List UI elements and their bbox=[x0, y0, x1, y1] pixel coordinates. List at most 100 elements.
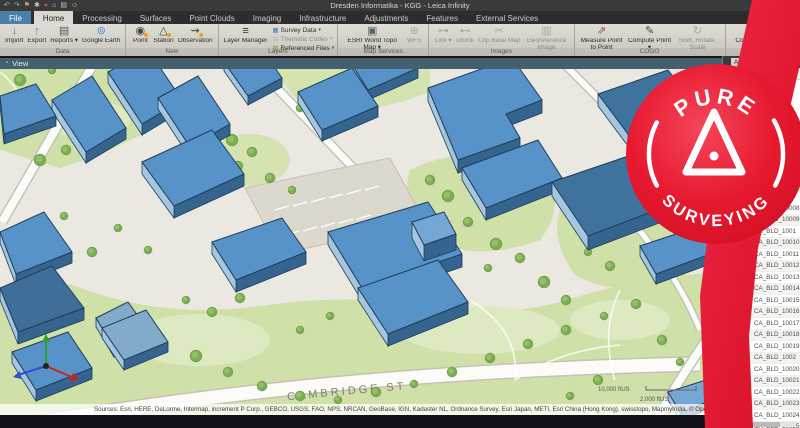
table-row[interactable]: 2013CA_BLD_10015 bbox=[723, 295, 800, 307]
table-row[interactable]: 2013CA_BLD_10014 bbox=[723, 284, 800, 296]
attribute-table[interactable]: 2013CA_BLD_100082013CA_BLD_100092013CA_B… bbox=[723, 79, 800, 428]
tab-point-clouds[interactable]: Point Clouds bbox=[180, 11, 243, 24]
scale-label-2: 2,000 ftUS bbox=[640, 397, 668, 403]
table-row[interactable]: 2013CA_BLD_10013 bbox=[723, 272, 800, 284]
map-attribution: Sources: Esri, HERE, DeLorme, Intermap, … bbox=[0, 404, 722, 415]
table-row[interactable]: 2013CA_BLD_10017 bbox=[723, 318, 800, 330]
record-icon[interactable]: ● bbox=[44, 1, 48, 11]
undo-icon[interactable]: ↶ bbox=[4, 1, 10, 11]
table-row[interactable]: 2013CA_BLD_10018 bbox=[723, 330, 800, 342]
cell-building-id: CA_BLD_10022 bbox=[754, 389, 800, 396]
ribbon-group-label: Coordinates bbox=[726, 48, 800, 56]
export-icon: ↑ bbox=[34, 25, 40, 37]
cell-building-id: CA_BLD_10011 bbox=[754, 251, 800, 258]
ribbon-group-images: ⊶Link ▾⊷Unlink✂Clip Base Map▥Georeferenc… bbox=[429, 24, 574, 56]
view-tab-label: View bbox=[12, 58, 28, 69]
ribbon-group-cogo: ⇗Measure Point to Point✎Compute Point ▾↻… bbox=[575, 24, 726, 56]
measure-point-to-point-icon: ⇗ bbox=[597, 25, 606, 37]
ribbon-button-layer-manager[interactable]: ≡Layer Manager bbox=[222, 25, 270, 45]
ribbon-group-new: ◉Point△Station⇝ObservationNew bbox=[126, 24, 218, 56]
pin-icon[interactable]: ⚑ bbox=[24, 1, 30, 11]
grid-icon[interactable]: ▦ bbox=[729, 69, 736, 78]
cell-year: 2013 bbox=[723, 377, 754, 384]
quick-access-toolbar: ↶ ↷ ⚑ ✱ ● ⌂ ▤ ☺ bbox=[0, 1, 78, 11]
redo-icon[interactable]: ↷ bbox=[14, 1, 20, 11]
map-canvas[interactable]: CAMBRIDGE ST Donahue 10,000 ftUS 2,000 f… bbox=[0, 69, 722, 415]
ribbon-button-label: WFS bbox=[407, 38, 421, 45]
unlink-icon: ⊷ bbox=[460, 25, 471, 37]
table-row[interactable]: 2013CA_BLD_10016 bbox=[723, 307, 800, 319]
table-row[interactable]: 2013CA_BLD_10019 bbox=[723, 341, 800, 353]
clip-base-map-icon: ✂ bbox=[495, 25, 504, 37]
ribbon-group-label: Map Services bbox=[338, 48, 428, 56]
ribbon-button-unlink: ⊷Unlink bbox=[454, 25, 476, 45]
tab-features[interactable]: Features bbox=[417, 11, 467, 24]
ribbon-button-station[interactable]: △Station bbox=[151, 25, 175, 45]
cell-building-id: CA_BLD_10015 bbox=[754, 297, 800, 304]
ribbon-button-export[interactable]: ↑Export bbox=[25, 25, 48, 45]
ribbon-button-label: Export bbox=[27, 38, 46, 45]
cell-building-id: CA_BLD_1001 bbox=[754, 228, 800, 235]
tab-infrastructure[interactable]: Infrastructure bbox=[290, 11, 355, 24]
table-row[interactable]: 2013CA_BLD_10010 bbox=[723, 238, 800, 250]
table-row[interactable]: 2013CA_BLD_10024 bbox=[723, 410, 800, 422]
cell-year: 2013 bbox=[723, 216, 754, 223]
cell-building-id: CA_BLD_10016 bbox=[754, 308, 800, 315]
status-bar bbox=[0, 415, 722, 428]
ribbon-button-observation[interactable]: ⇝Observation bbox=[176, 25, 215, 45]
table-row[interactable]: 2013CA_BLD_10008 bbox=[723, 203, 800, 215]
ribbon-menu-label: Survey Data bbox=[281, 27, 317, 34]
table-row[interactable]: 2013CA_BLD_10012 bbox=[723, 261, 800, 273]
ribbon-menu-survey-data[interactable]: ▦Survey Data▾ bbox=[272, 27, 334, 34]
feedback-icon[interactable]: ☺ bbox=[71, 1, 78, 11]
cell-building-id: CA_BLD_10021 bbox=[754, 377, 800, 384]
cell-year: 2013 bbox=[723, 412, 754, 419]
table-row[interactable]: 2013CA_BLD_1001 bbox=[723, 226, 800, 238]
ribbon-group-label: Data bbox=[0, 48, 125, 56]
window-title: Dresden Informatika - KGG - Leica Infini… bbox=[0, 0, 800, 11]
gear-icon[interactable]: ✱ bbox=[34, 1, 40, 11]
cell-year: 2013 bbox=[723, 262, 754, 269]
scrollbar-handle[interactable] bbox=[742, 422, 780, 427]
sort-icon[interactable]: ⇅ bbox=[741, 69, 747, 78]
close-icon[interactable]: ✕ bbox=[793, 57, 799, 65]
horizontal-scrollbar[interactable] bbox=[727, 422, 796, 427]
tab-adjustments[interactable]: Adjustments bbox=[355, 11, 417, 24]
home-icon[interactable]: ⌂ bbox=[52, 1, 56, 11]
cell-year: 2013 bbox=[723, 274, 754, 281]
wfs-icon: ⊕ bbox=[410, 25, 419, 37]
tab-processing[interactable]: Processing bbox=[73, 11, 131, 24]
map-view[interactable]: CAMBRIDGE ST Donahue 10,000 ftUS 2,000 f… bbox=[0, 69, 722, 415]
ribbon-button-import[interactable]: ↓Import bbox=[3, 25, 25, 45]
table-row[interactable]: 2013CA_BLD_10009 bbox=[723, 215, 800, 227]
scale-label-1: 10,000 ftUS bbox=[598, 387, 630, 393]
view-tab-bar[interactable]: ▪ View bbox=[0, 58, 722, 69]
tab-external-services[interactable]: External Services bbox=[467, 11, 547, 24]
table-row[interactable]: 2013CA_BLD_10021 bbox=[723, 376, 800, 388]
table-row[interactable]: 2013CA_BLD_10011 bbox=[723, 249, 800, 261]
grid-icon[interactable]: ▤ bbox=[60, 1, 67, 11]
ribbon-group-layers: ≡Layer Manager▦Survey Data▾▨Thematic Cod… bbox=[219, 24, 339, 56]
panel-tab-amb3d-citywide[interactable]: AMB3D_Cityw bbox=[731, 58, 779, 68]
import-icon: ↓ bbox=[11, 25, 17, 37]
ribbon-button-google-earth[interactable]: ⊚Google Earth bbox=[80, 25, 122, 45]
cell-building-id: CA_BLD_1002 bbox=[754, 354, 800, 361]
ribbon-button-wfs: ⊕WFS bbox=[403, 25, 425, 45]
tab-file[interactable]: File bbox=[0, 11, 31, 24]
filter-icon[interactable]: Y bbox=[752, 69, 757, 78]
ribbon-button-label: Observation bbox=[178, 38, 213, 45]
table-row[interactable]: 2013CA_BLD_10023 bbox=[723, 399, 800, 411]
table-row[interactable]: 2013CA_BLD_1002 bbox=[723, 353, 800, 365]
table-row[interactable]: 2013CA_BLD_10020 bbox=[723, 364, 800, 376]
tab-surfaces[interactable]: Surfaces bbox=[131, 11, 181, 24]
cell-year: 2013 bbox=[723, 285, 754, 292]
cell-year: 2013 bbox=[723, 308, 754, 315]
tab-home[interactable]: Home bbox=[34, 11, 73, 24]
ribbon: ↓Import↑Export▤Reports ▾⊚Google EarthDat… bbox=[0, 24, 800, 58]
ribbon-button-point[interactable]: ◉Point bbox=[129, 25, 151, 45]
tab-imaging[interactable]: Imaging bbox=[244, 11, 290, 24]
table-row[interactable]: 2013CA_BLD_10022 bbox=[723, 387, 800, 399]
ribbon-button-link: ⊶Link ▾ bbox=[432, 25, 454, 45]
observation-icon: ⇝ bbox=[191, 25, 200, 37]
ribbon-button-reports[interactable]: ▤Reports ▾ bbox=[48, 25, 80, 45]
